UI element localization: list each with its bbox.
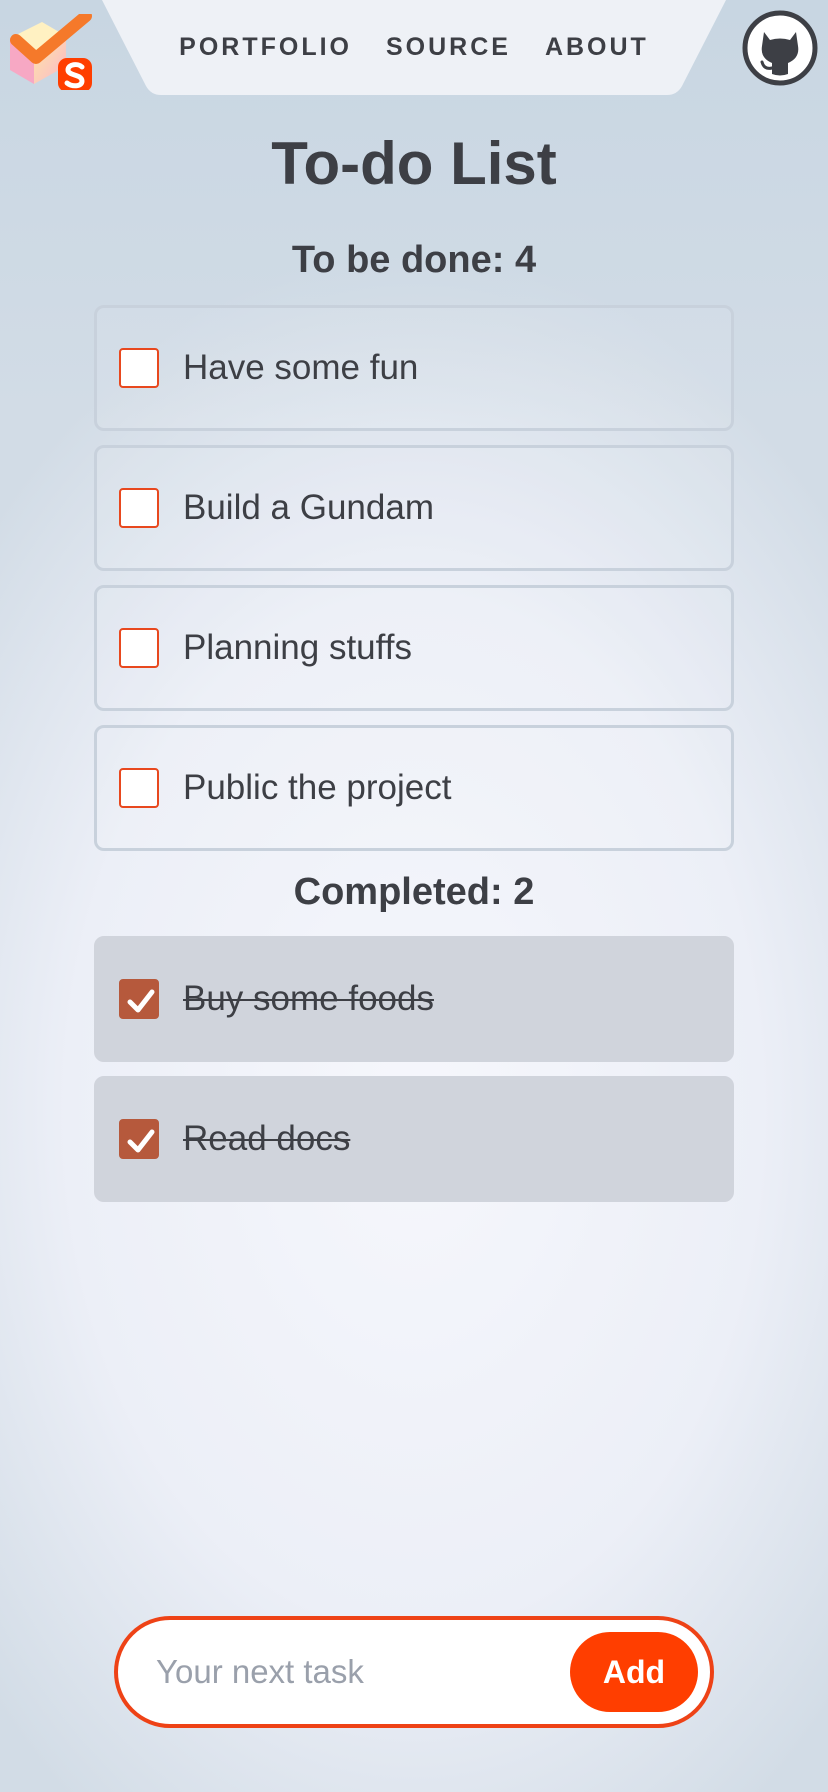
page-title: To-do List [271, 130, 557, 197]
nav-link-about[interactable]: ABOUT [545, 33, 649, 62]
pending-task-item[interactable]: Have some fun [94, 305, 734, 431]
task-label: Have some fun [183, 348, 419, 387]
pending-heading: To be done: 4 [291, 239, 537, 281]
github-octocat-icon[interactable] [742, 10, 818, 86]
app-header: PORTFOLIO SOURCE ABOUT [0, 0, 828, 96]
checkmark-icon [127, 989, 155, 1013]
task-checkbox-checked[interactable] [119, 979, 159, 1019]
pending-task-item[interactable]: Build a Gundam [94, 445, 734, 571]
task-label: Public the project [183, 768, 452, 807]
add-task-button[interactable]: Add [570, 1632, 698, 1712]
pending-task-item[interactable]: Public the project [94, 725, 734, 851]
task-checkbox[interactable] [119, 348, 159, 388]
top-nav: PORTFOLIO SOURCE ABOUT [102, 0, 726, 96]
task-label: Read docs [183, 1119, 351, 1158]
task-label: Build a Gundam [183, 488, 434, 527]
task-checkbox[interactable] [119, 628, 159, 668]
nav-link-portfolio[interactable]: PORTFOLIO [179, 33, 352, 62]
new-task-form: Add [114, 1616, 714, 1728]
pending-task-item[interactable]: Planning stuffs [94, 585, 734, 711]
task-checkbox[interactable] [119, 488, 159, 528]
task-checkbox-checked[interactable] [119, 1119, 159, 1159]
task-label: Buy some foods [183, 979, 434, 1018]
new-task-input[interactable] [156, 1642, 516, 1702]
completed-heading: Completed: 2 [293, 871, 535, 913]
nav-link-source[interactable]: SOURCE [386, 33, 511, 62]
completed-task-item[interactable]: Read docs [94, 1076, 734, 1202]
todo-svelte-logo-icon[interactable] [6, 10, 94, 92]
completed-task-item[interactable]: Buy some foods [94, 936, 734, 1062]
task-checkbox[interactable] [119, 768, 159, 808]
task-label: Planning stuffs [183, 628, 412, 667]
checkmark-icon [127, 1129, 155, 1153]
